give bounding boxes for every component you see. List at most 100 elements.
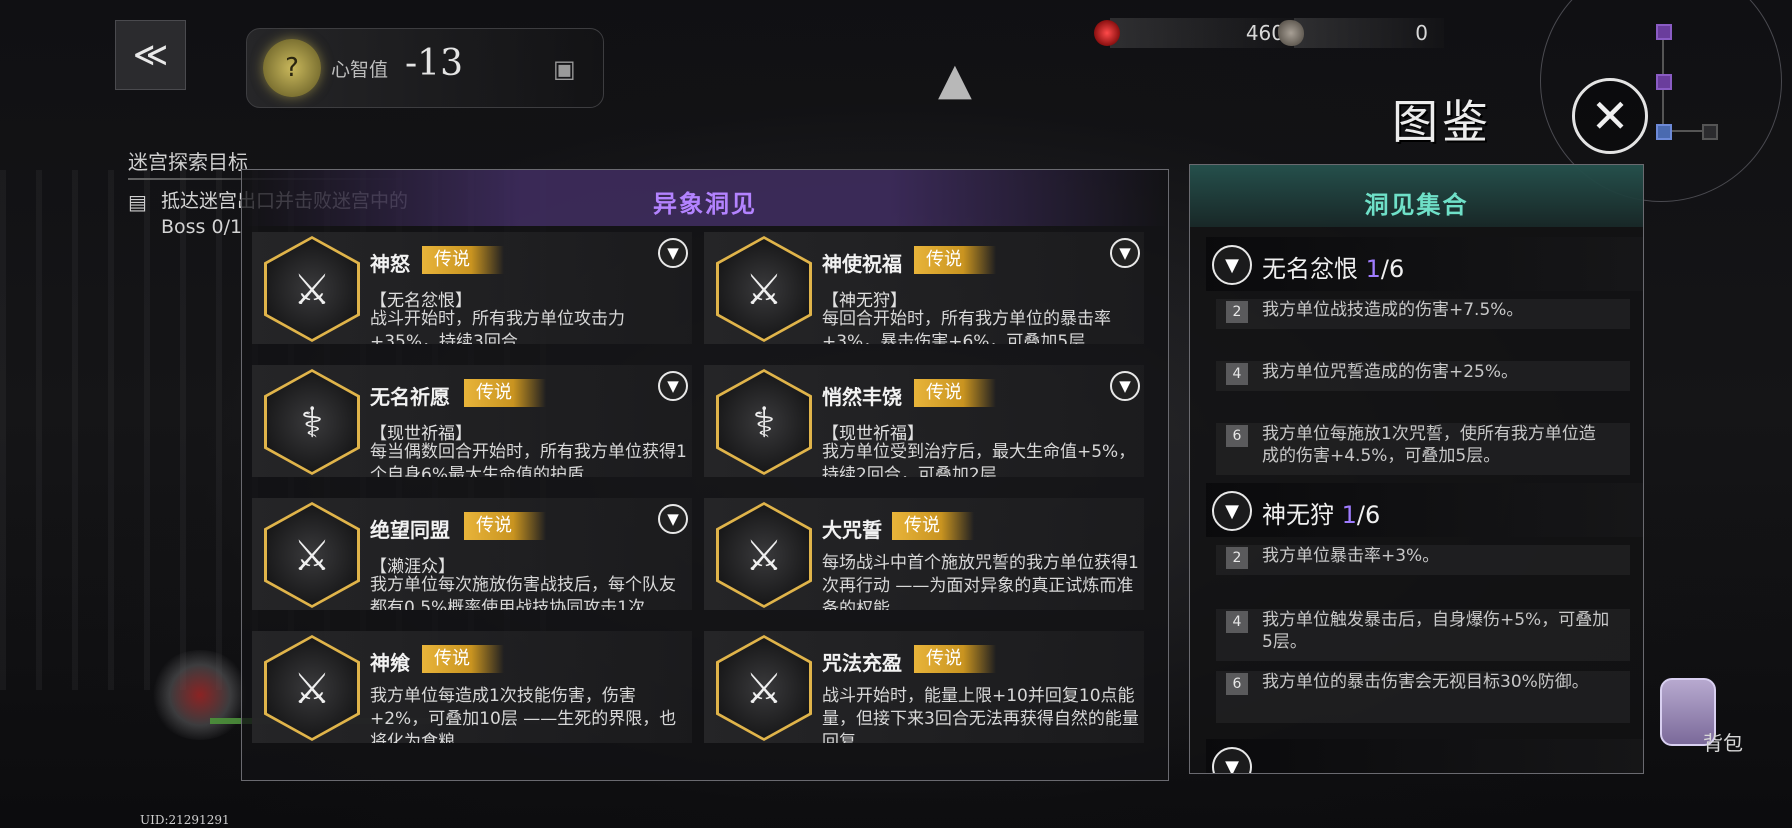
collection-group-header: ▼ 无名忿恨 1/6 xyxy=(1206,237,1643,291)
card-name: 无名祈愿 xyxy=(370,385,450,409)
card-desc: 我方单位受到治疗后，最大生命值+5%，持续2回合，可叠加2层 xyxy=(822,442,1136,477)
card-desc: 我方单位每造成1次技能伤害，伤害+2%，可叠加10层 ——生死的界限，也将化为食… xyxy=(370,686,677,743)
tier-number: 4 xyxy=(1226,363,1248,385)
insight-card[interactable]: ⚕ 无名祈愿 传说 【现世祈福】 每当偶数回合开始时，所有我方单位获得1个自身6… xyxy=(252,365,692,477)
group-count-current: 1 xyxy=(1365,255,1381,283)
uid-label: UID:21291291 xyxy=(140,813,230,827)
insight-card[interactable]: ⚔ 大咒誓 传说 每场战斗中首个施放咒誓的我方单位获得1次再行动 ——为面对异象… xyxy=(704,498,1144,610)
character-portrait[interactable] xyxy=(150,650,250,740)
collection-tier: 4 我方单位触发暴击后，自身爆伤+5%，可叠加5层。 xyxy=(1216,609,1630,661)
red-orb-icon xyxy=(1094,20,1120,46)
tier-text: 我方单位触发暴击后，自身爆伤+5%，可叠加5层。 xyxy=(1262,610,1610,652)
camera-icon[interactable]: ▣ xyxy=(553,55,576,83)
set-badge-icon: ▼ xyxy=(1212,491,1252,531)
card-name: 神使祝福 xyxy=(822,252,902,276)
rarity-tag: 传说 xyxy=(914,246,996,274)
insights-title: 异象洞见 xyxy=(653,190,757,218)
collection-tier: 4 我方单位咒誓造成的伤害+25%。 xyxy=(1216,361,1630,391)
resource-stone-value: 0 xyxy=(1415,21,1428,45)
crossed-blades-icon: ⚔ xyxy=(716,502,812,608)
crossed-blades-icon: ⚔ xyxy=(716,635,812,741)
minimap-node xyxy=(1656,24,1672,40)
collection-panel[interactable]: 洞见集合 ▼ 无名忿恨 1/6 2 我方单位战技造成的伤害+7.5%。 4 我方… xyxy=(1189,164,1644,774)
rarity-tag: 传说 xyxy=(422,246,504,274)
clipboard-icon: ▤ xyxy=(128,190,147,214)
rarity-tag: 传说 xyxy=(464,512,546,540)
group-name: 神无狩 xyxy=(1262,501,1334,529)
tier-text: 我方单位的暴击伤害会无视目标30%防御。 xyxy=(1262,672,1589,692)
resource-stone: 0 xyxy=(1278,16,1444,50)
insight-card[interactable]: ⚔ 神怒 传说 【无名忿恨】 战斗开始时，所有我方单位攻击力+35%，持续3回合… xyxy=(252,232,692,344)
close-icon: ✕ xyxy=(1590,89,1630,143)
insight-card[interactable]: ⚔ 绝望同盟 传说 【濑涯众】 我方单位每次施放伤害战技后，每个队友都有0.5%… xyxy=(252,498,692,610)
bag-label: 背包 xyxy=(1703,731,1743,755)
syringe-icon: ⚕ xyxy=(716,369,812,475)
set-badge-icon: ▼ xyxy=(658,238,688,268)
set-badge-icon: ▼ xyxy=(1110,371,1140,401)
codex-label[interactable]: 图鉴 xyxy=(1392,86,1562,149)
collection-title: 洞见集合 xyxy=(1364,191,1469,219)
crossed-blades-icon: ⚔ xyxy=(716,236,812,342)
insight-card[interactable]: ⚔ 神使祝福 传说 【神无狩】 每回合开始时，所有我方单位的暴击率+3%，暴击伤… xyxy=(704,232,1144,344)
tier-number: 6 xyxy=(1226,425,1248,447)
set-badge-icon: ▼ xyxy=(1212,245,1252,285)
syringe-icon: ⚕ xyxy=(264,369,360,475)
card-name: 神怒 xyxy=(370,252,410,276)
rarity-tag: 传说 xyxy=(422,645,504,673)
insight-card[interactable]: ⚔ 神飨 传说 我方单位每造成1次技能伤害，伤害+2%，可叠加10层 ——生死的… xyxy=(252,631,692,743)
card-desc: 战斗开始时，能量上限+10并回复10点能量，但接下来3回合无法再获得自然的能量回… xyxy=(822,686,1139,743)
card-name: 大咒誓 xyxy=(822,518,882,542)
set-badge-icon: ▼ xyxy=(658,371,688,401)
card-desc: 每回合开始时，所有我方单位的暴击率+3%，暴击伤害+6%，可叠加5层 xyxy=(822,309,1111,344)
group-count-total: /6 xyxy=(1380,255,1405,283)
crossed-blades-icon: ⚔ xyxy=(264,236,360,342)
objectives-title: 迷宫探索目标 xyxy=(128,150,248,174)
card-desc: 我方单位每次施放伤害战技后，每个队友都有0.5%概率使用战技协同攻击1次 xyxy=(370,575,676,610)
collection-tier: 2 我方单位战技造成的伤害+7.5%。 xyxy=(1216,299,1630,329)
rarity-tag: 传说 xyxy=(914,379,996,407)
tier-number: 6 xyxy=(1226,673,1248,695)
set-badge-icon: ▼ xyxy=(1110,238,1140,268)
crossed-blades-icon: ⚔ xyxy=(264,635,360,741)
rarity-tag: 传说 xyxy=(892,512,974,540)
group-count-current: 1 xyxy=(1341,501,1357,529)
tier-number: 2 xyxy=(1226,547,1248,569)
tier-number: 2 xyxy=(1226,301,1248,323)
card-name: 悄然丰饶 xyxy=(822,385,902,409)
insight-card[interactable]: ⚔ 咒法充盈 传说 战斗开始时，能量上限+10并回复10点能量，但接下来3回合无… xyxy=(704,631,1144,743)
sad-face-icon: ? xyxy=(263,39,321,97)
card-desc: 每场战斗中首个施放咒誓的我方单位获得1次再行动 ——为面对异象的真正试炼而准备的… xyxy=(822,553,1139,610)
group-name: 无名忿恨 xyxy=(1262,255,1358,283)
collection-tier: 6 我方单位每施放1次咒誓，使所有我方单位造成的伤害+4.5%，可叠加5层。 xyxy=(1216,423,1630,475)
crossed-blades-icon: ⚔ xyxy=(264,502,360,608)
set-badge-icon: ▼ xyxy=(1212,747,1252,773)
collection-group-header: ▼ xyxy=(1206,739,1643,773)
insights-panel: 异象洞见 ⚔ 神怒 传说 【无名忿恨】 战斗开始时，所有我方单位攻击力+35%，… xyxy=(241,169,1169,781)
minimap-node xyxy=(1656,74,1672,90)
rarity-tag: 传说 xyxy=(914,645,996,673)
insight-card[interactable]: ⚕ 悄然丰饶 传说 【现世祈福】 我方单位受到治疗后，最大生命值+5%，持续2回… xyxy=(704,365,1144,477)
tier-text: 我方单位战技造成的伤害+7.5%。 xyxy=(1262,300,1524,320)
double-chevron-left-icon: ≪ xyxy=(132,35,169,75)
tier-text: 我方单位每施放1次咒誓，使所有我方单位造成的伤害+4.5%，可叠加5层。 xyxy=(1262,424,1596,466)
collection-tier: 6 我方单位的暴击伤害会无视目标30%防御。 xyxy=(1216,671,1630,723)
tier-text: 我方单位咒誓造成的伤害+25%。 xyxy=(1262,362,1519,382)
rarity-tag: 传说 xyxy=(464,379,546,407)
sanity-panel: ? 心智值 -13 ▣ xyxy=(246,28,604,108)
minimap-node xyxy=(1702,124,1718,140)
minimap-current-node xyxy=(1656,124,1672,140)
close-button[interactable]: ✕ xyxy=(1572,78,1648,154)
back-button[interactable]: ≪ xyxy=(115,20,186,90)
set-badge-icon: ▼ xyxy=(658,504,688,534)
collection-tier: 2 我方单位暴击率+3%。 xyxy=(1216,545,1630,575)
collapse-up-icon[interactable]: ▲ xyxy=(938,58,972,102)
sanity-value: -13 xyxy=(405,43,463,84)
group-count-total: /6 xyxy=(1356,501,1381,529)
sanity-label: 心智值 xyxy=(331,59,389,81)
resource-red-orb: 460 xyxy=(1094,16,1296,50)
card-desc: 战斗开始时，所有我方单位攻击力+35%，持续3回合 xyxy=(370,309,625,344)
stone-icon xyxy=(1278,20,1304,46)
card-name: 神飨 xyxy=(370,651,410,675)
collection-group-header: ▼ 神无狩 1/6 xyxy=(1206,483,1643,537)
tier-number: 4 xyxy=(1226,611,1248,633)
